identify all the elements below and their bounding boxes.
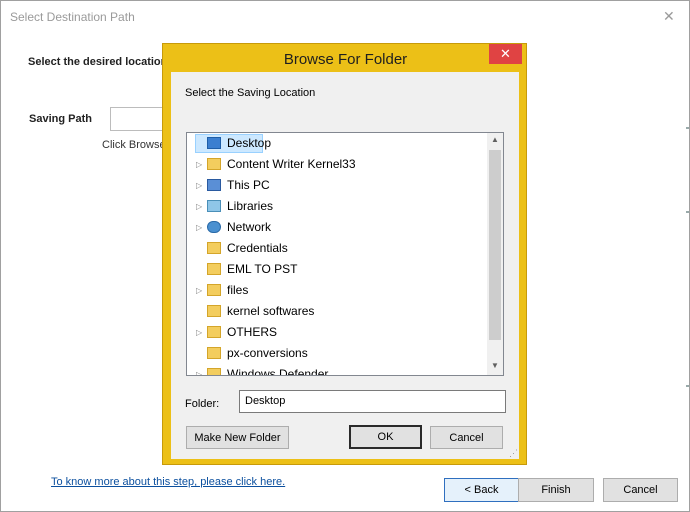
edge-mark <box>686 211 689 213</box>
tree-item-label: Windows Defender <box>227 367 329 376</box>
tree-item[interactable]: ▷ Network <box>187 217 487 238</box>
libraries-icon <box>207 200 221 212</box>
tree-item[interactable]: Desktop <box>187 133 487 154</box>
tree-item[interactable]: ▷ Windows Defender <box>187 364 487 376</box>
tree-item-label: This PC <box>227 178 270 192</box>
close-icon[interactable]: ✕ <box>663 8 675 25</box>
tree-item[interactable]: ▷ Content Writer Kernel33 <box>187 154 487 175</box>
folder-icon <box>207 368 221 375</box>
tree-item-label: EML TO PST <box>227 262 298 276</box>
scrollbar-thumb[interactable] <box>489 150 501 340</box>
tree-item[interactable]: kernel softwares <box>187 301 487 322</box>
cancel-button[interactable]: Cancel <box>430 426 503 449</box>
folder-tree[interactable]: Desktop ▷ Content Writer Kernel33 ▷ This PC ▷… <box>186 132 504 376</box>
tree-item-label: Desktop <box>227 136 272 150</box>
tree-item-label: kernel softwares <box>227 304 315 318</box>
computer-icon <box>207 179 221 191</box>
saving-path-label: Saving Path <box>29 113 92 125</box>
vertical-scrollbar[interactable]: ▲ ▼ <box>487 133 503 375</box>
tree-item-label: px-conversions <box>227 346 308 360</box>
tree-item-label: Libraries <box>227 199 274 213</box>
expand-arrow-icon[interactable]: ▷ <box>196 175 202 196</box>
browse-instruction: Select the Saving Location <box>185 87 316 99</box>
expand-arrow-icon[interactable]: ▷ <box>196 280 202 301</box>
browse-hint-text: Click Browse <box>102 139 166 151</box>
browse-dialog-title: Browse For Folder <box>283 51 408 68</box>
tree-item[interactable]: ▷ files <box>187 280 487 301</box>
expand-arrow-icon[interactable]: ▷ <box>196 322 202 343</box>
folder-name-input[interactable]: Desktop <box>239 390 506 413</box>
close-icon[interactable]: ✕ <box>489 44 522 64</box>
expand-arrow-icon[interactable]: ▷ <box>196 196 202 217</box>
expand-arrow-icon[interactable]: ▷ <box>196 154 202 175</box>
cancel-button[interactable]: Cancel <box>603 478 678 502</box>
ok-button[interactable]: OK <box>349 425 422 449</box>
expand-arrow-icon[interactable]: ▷ <box>196 364 202 375</box>
tree-item-label: Content Writer Kernel33 <box>227 157 356 171</box>
tree-item[interactable]: ▷ Libraries <box>187 196 487 217</box>
folder-icon <box>207 347 221 359</box>
folder-icon <box>207 242 221 254</box>
dialog-title: Select Destination Path <box>10 10 135 24</box>
tree-item-label: files <box>227 283 249 297</box>
instruction-text: Select the desired location <box>28 56 168 68</box>
folder-label: Folder: <box>185 398 220 410</box>
browse-folder-dialog: Browse For Folder ✕ Select the Saving Lo… <box>162 43 527 465</box>
desktop-icon <box>207 137 221 149</box>
tree-item[interactable]: EML TO PST <box>187 259 487 280</box>
make-new-folder-button[interactable]: Make New Folder <box>186 426 289 449</box>
scroll-up-icon[interactable]: ▲ <box>491 135 499 144</box>
folder-icon <box>207 326 221 338</box>
folder-icon <box>207 263 221 275</box>
tree-item-label: Network <box>227 220 272 234</box>
edge-mark <box>686 385 689 387</box>
tree-item-label: OTHERS <box>227 325 278 339</box>
tree-item[interactable]: px-conversions <box>187 343 487 364</box>
browse-dialog-body: Select the Saving Location Desktop ▷ Conte… <box>171 72 519 459</box>
tree-item[interactable]: ▷ OTHERS <box>187 322 487 343</box>
tree-item[interactable]: ▷ This PC <box>187 175 487 196</box>
scroll-down-icon[interactable]: ▼ <box>491 361 499 370</box>
help-link[interactable]: To know more about this step, please cli… <box>51 476 285 488</box>
finish-button[interactable]: Finish <box>518 478 594 502</box>
network-icon <box>207 221 221 233</box>
edge-mark <box>686 127 689 129</box>
folder-icon <box>207 284 221 296</box>
expand-arrow-icon[interactable]: ▷ <box>196 217 202 238</box>
tree-item-label: Credentials <box>227 241 288 255</box>
tree-item[interactable]: Credentials <box>187 238 487 259</box>
folder-icon <box>207 305 221 317</box>
resize-grip-icon[interactable]: ⋰ <box>509 448 518 459</box>
user-folder-icon <box>207 158 221 170</box>
back-button[interactable]: < Back <box>444 478 519 502</box>
